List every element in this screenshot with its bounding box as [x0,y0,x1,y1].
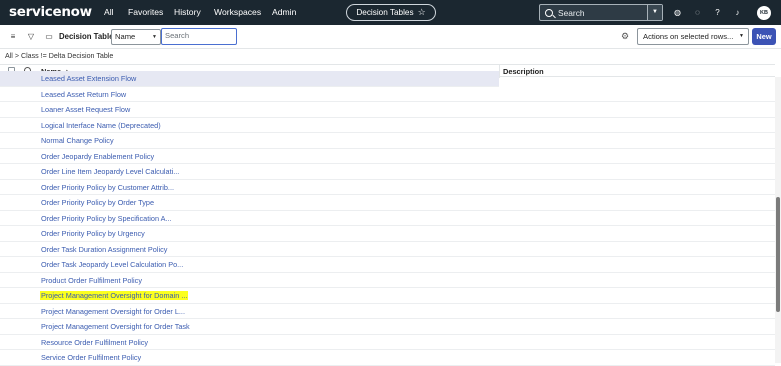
column-divider [499,65,500,78]
global-search[interactable]: Search ▼ [539,4,663,21]
scrollbar[interactable] [775,77,781,363]
search-field-selected: Name [115,32,136,41]
record-link[interactable]: Leased Asset Return Flow [41,90,126,99]
scrollbar-thumb[interactable] [776,197,780,312]
table-row[interactable]: Loaner Asset Request Flow [0,102,775,118]
record-link[interactable]: Order Priority Policy by Urgency [41,229,145,238]
bell-icon[interactable]: ♪ [733,8,742,17]
servicenow-logo[interactable]: servicenow [9,4,92,20]
record-link[interactable]: Leased Asset Extension Flow [41,74,136,83]
nav-link-all[interactable]: All [104,7,114,17]
table-row[interactable]: Normal Change Policy [0,133,775,149]
record-link[interactable]: Order Task Jeopardy Level Calculation Po… [41,260,183,269]
actions-select[interactable]: Actions on selected rows... ▼ [637,28,749,45]
list-title: Decision Tables [59,32,118,41]
table-row[interactable]: Service Order Fulfilment Policy [0,350,775,366]
help-icon[interactable]: ? [713,8,722,17]
breadcrumb[interactable]: All > Class != Delta Decision Table [5,52,113,60]
record-link[interactable]: Order Priority Policy by Order Type [41,198,154,207]
nav-link-favorites[interactable]: Favorites [128,7,163,17]
nav-link-admin[interactable]: Admin [272,7,296,17]
table-row[interactable]: Project Management Oversight for Domain … [0,288,775,304]
record-link[interactable]: Loaner Asset Request Flow [41,105,130,114]
record-link[interactable]: Project Management Oversight for Order L… [41,307,185,316]
search-field-selector[interactable]: Name ▼ [111,29,161,45]
column-header-description[interactable]: Description [503,67,544,76]
avatar[interactable]: KB [757,6,771,20]
record-link[interactable]: Project Management Oversight for Domain … [40,291,189,300]
new-button[interactable]: New [752,28,776,45]
context-title-pill[interactable]: Decision Tables ☆ [346,4,436,21]
table-row[interactable]: Logical Interface Name (Deprecated) [0,118,775,133]
table-row[interactable]: Order Task Jeopardy Level Calculation Po… [0,257,775,273]
list-search-input[interactable]: Search [161,28,237,45]
record-link[interactable]: Order Task Duration Assignment Policy [41,245,167,254]
record-link[interactable]: Order Priority Policy by Customer Attrib… [41,183,174,192]
filter-icon[interactable]: ▽ [26,32,36,42]
record-link[interactable]: Order Line Item Jeopardy Level Calculati… [41,167,179,176]
record-link[interactable]: Product Order Fulfilment Policy [41,276,142,285]
chevron-down-icon: ▼ [152,34,157,40]
record-link[interactable]: Logical Interface Name (Deprecated) [41,121,161,130]
chat-icon[interactable]: ◌ [693,8,702,17]
table-row[interactable]: Project Management Oversight for Order L… [0,304,775,319]
search-icon [545,8,553,17]
table-row[interactable]: Order Priority Policy by Order Type [0,195,775,211]
table-row[interactable]: Order Jeopardy Enablement Policy [0,149,775,164]
globe-icon[interactable]: ◍ [673,8,682,17]
hamburger-menu-icon[interactable]: ≡ [8,32,18,42]
table-row[interactable]: Order Priority Policy by Customer Attrib… [0,180,775,195]
gear-icon[interactable]: ⚙ [620,31,630,41]
table-row[interactable]: Leased Asset Return Flow [0,87,775,102]
record-link[interactable]: Normal Change Policy [41,136,114,145]
actions-label: Actions on selected rows... [643,32,734,41]
table-row[interactable]: Order Task Duration Assignment Policy [0,242,775,257]
record-link[interactable]: Service Order Fulfilment Policy [41,353,141,362]
nav-link-workspaces[interactable]: Workspaces [214,7,261,17]
table-row[interactable]: Leased Asset Extension Flow [0,71,499,87]
table-row[interactable]: Product Order Fulfilment Policy [0,273,775,288]
nav-link-history[interactable]: History [174,7,201,17]
table-row[interactable]: Order Priority Policy by Urgency [0,226,775,242]
top-navigation-bar: servicenow All Favorites History Workspa… [0,0,781,25]
table-row[interactable]: Project Management Oversight for Order T… [0,319,775,335]
global-search-input[interactable]: Search [558,8,585,18]
star-icon[interactable]: ☆ [418,7,426,18]
search-scope-dropdown[interactable]: ▼ [647,5,662,20]
table-row[interactable]: Order Line Item Jeopardy Level Calculati… [0,164,775,180]
chevron-down-icon: ▼ [739,33,744,39]
table-row[interactable]: Order Priority Policy by Specification A… [0,211,775,226]
record-link[interactable]: Resource Order Fulfilment Policy [41,338,148,347]
record-link[interactable]: Order Jeopardy Enablement Policy [41,152,154,161]
table-row[interactable]: Resource Order Fulfilment Policy [0,335,775,350]
context-title: Decision Tables [356,8,414,17]
comment-icon[interactable]: ▭ [44,32,54,42]
record-link[interactable]: Project Management Oversight for Order T… [41,322,190,331]
record-link[interactable]: Order Priority Policy by Specification A… [41,214,172,223]
